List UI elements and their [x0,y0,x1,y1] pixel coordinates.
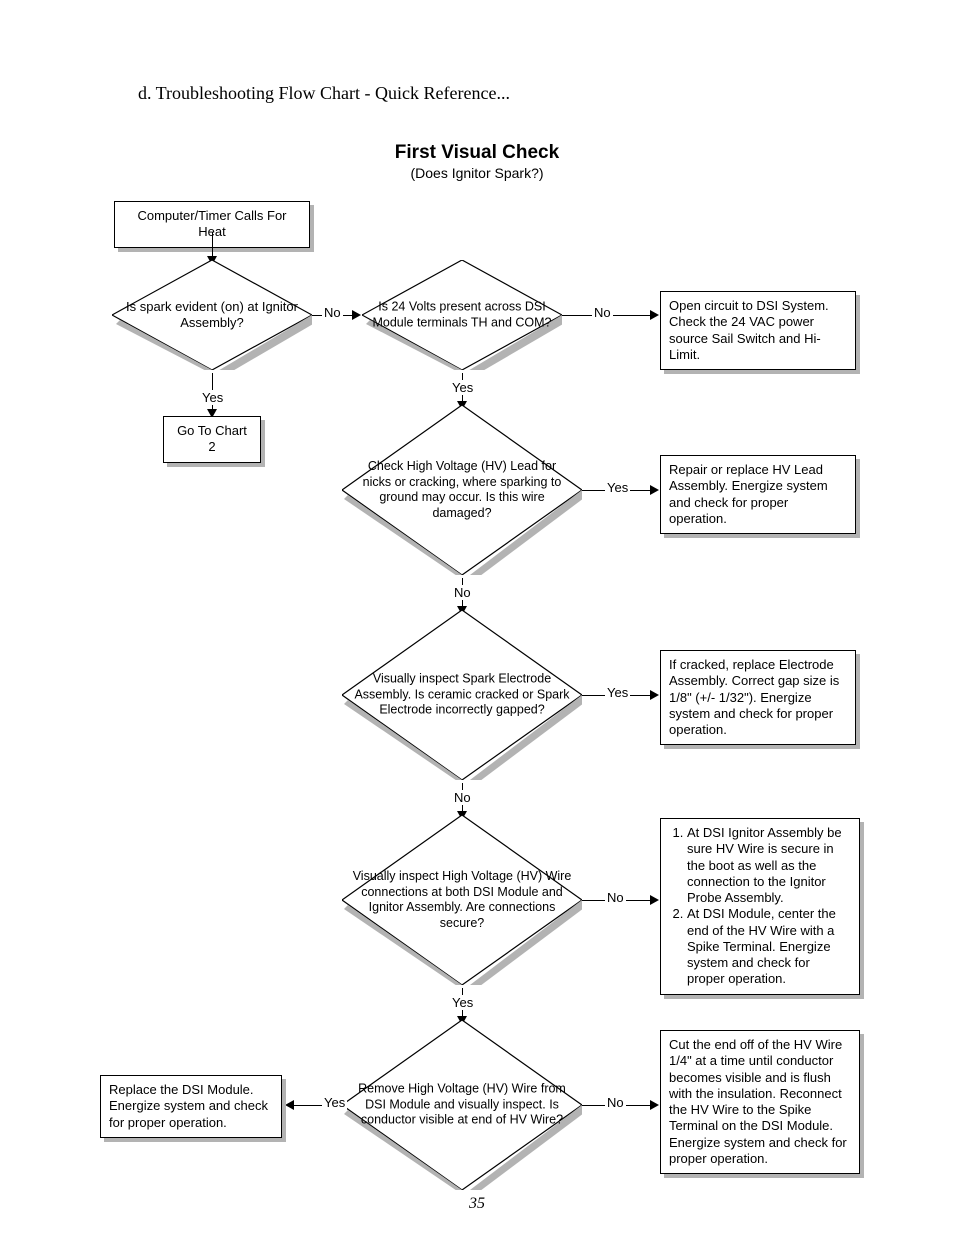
node-replace-electrode-text: If cracked, replace Electrode Assembly. … [669,657,839,737]
decision-hv-lead-damaged-text: Check High Voltage (HV) Lead for nicks o… [342,459,582,522]
node-goto-chart-2: Go To Chart 2 [163,416,261,463]
edge-label-yes: Yes [450,380,475,395]
decision-spark-evident: Is spark evident (on) at Ignitor Assembl… [112,260,312,370]
node-secure-hv-wire-step-1: At DSI Ignitor Assembly be sure HV Wire … [687,825,851,906]
edge-label-no: No [605,1095,626,1110]
edge-label-no: No [605,890,626,905]
node-secure-hv-wire-step-2: At DSI Module, center the end of the HV … [687,906,851,987]
node-replace-electrode: If cracked, replace Electrode Assembly. … [660,650,856,745]
node-repair-hv-lead: Repair or replace HV Lead Assembly. Ener… [660,455,856,534]
edge-label-yes: Yes [450,995,475,1010]
section-heading: d. Troubleshooting Flow Chart - Quick Re… [138,83,510,104]
chart-subtitle: (Does Ignitor Spark?) [0,165,954,181]
chart-title: First Visual Check [0,142,954,164]
edge-label-no: No [592,305,613,320]
node-cut-hv-wire: Cut the end off of the HV Wire 1/4" at a… [660,1030,860,1174]
node-secure-hv-wire: At DSI Ignitor Assembly be sure HV Wire … [660,818,860,995]
edge-label-yes: Yes [322,1095,347,1110]
decision-hv-connections-secure: Visually inspect High Voltage (HV) Wire … [342,815,582,985]
decision-hv-lead-damaged: Check High Voltage (HV) Lead for nicks o… [342,405,582,575]
page-number: 35 [0,1195,954,1213]
edge-label-yes: Yes [605,480,630,495]
node-open-circuit-text: Open circuit to DSI System. Check the 24… [669,298,829,362]
decision-spark-evident-text: Is spark evident (on) at Ignitor Assembl… [112,299,312,332]
decision-hv-connections-secure-text: Visually inspect High Voltage (HV) Wire … [342,869,582,932]
node-goto-chart-2-text: Go To Chart 2 [177,423,247,454]
edge-label-no: No [452,790,473,805]
decision-conductor-visible-text: Remove High Voltage (HV) Wire from DSI M… [342,1082,582,1129]
node-replace-dsi-module: Replace the DSI Module. Energize system … [100,1075,282,1138]
decision-24v-present: Is 24 Volts present across DSI Module te… [362,260,562,370]
edge-label-yes: Yes [200,390,225,405]
node-repair-hv-lead-text: Repair or replace HV Lead Assembly. Ener… [669,462,828,526]
decision-electrode-cracked: Visually inspect Spark Electrode Assembl… [342,610,582,780]
edge-label-yes: Yes [605,685,630,700]
decision-electrode-cracked-text: Visually inspect Spark Electrode Assembl… [342,672,582,719]
edge-label-no: No [452,585,473,600]
edge-label-no: No [322,305,343,320]
node-cut-hv-wire-text: Cut the end off of the HV Wire 1/4" at a… [669,1037,847,1166]
decision-24v-present-text: Is 24 Volts present across DSI Module te… [362,299,562,330]
decision-conductor-visible: Remove High Voltage (HV) Wire from DSI M… [342,1020,582,1190]
node-open-circuit: Open circuit to DSI System. Check the 24… [660,291,856,370]
node-replace-dsi-module-text: Replace the DSI Module. Energize system … [109,1082,268,1130]
